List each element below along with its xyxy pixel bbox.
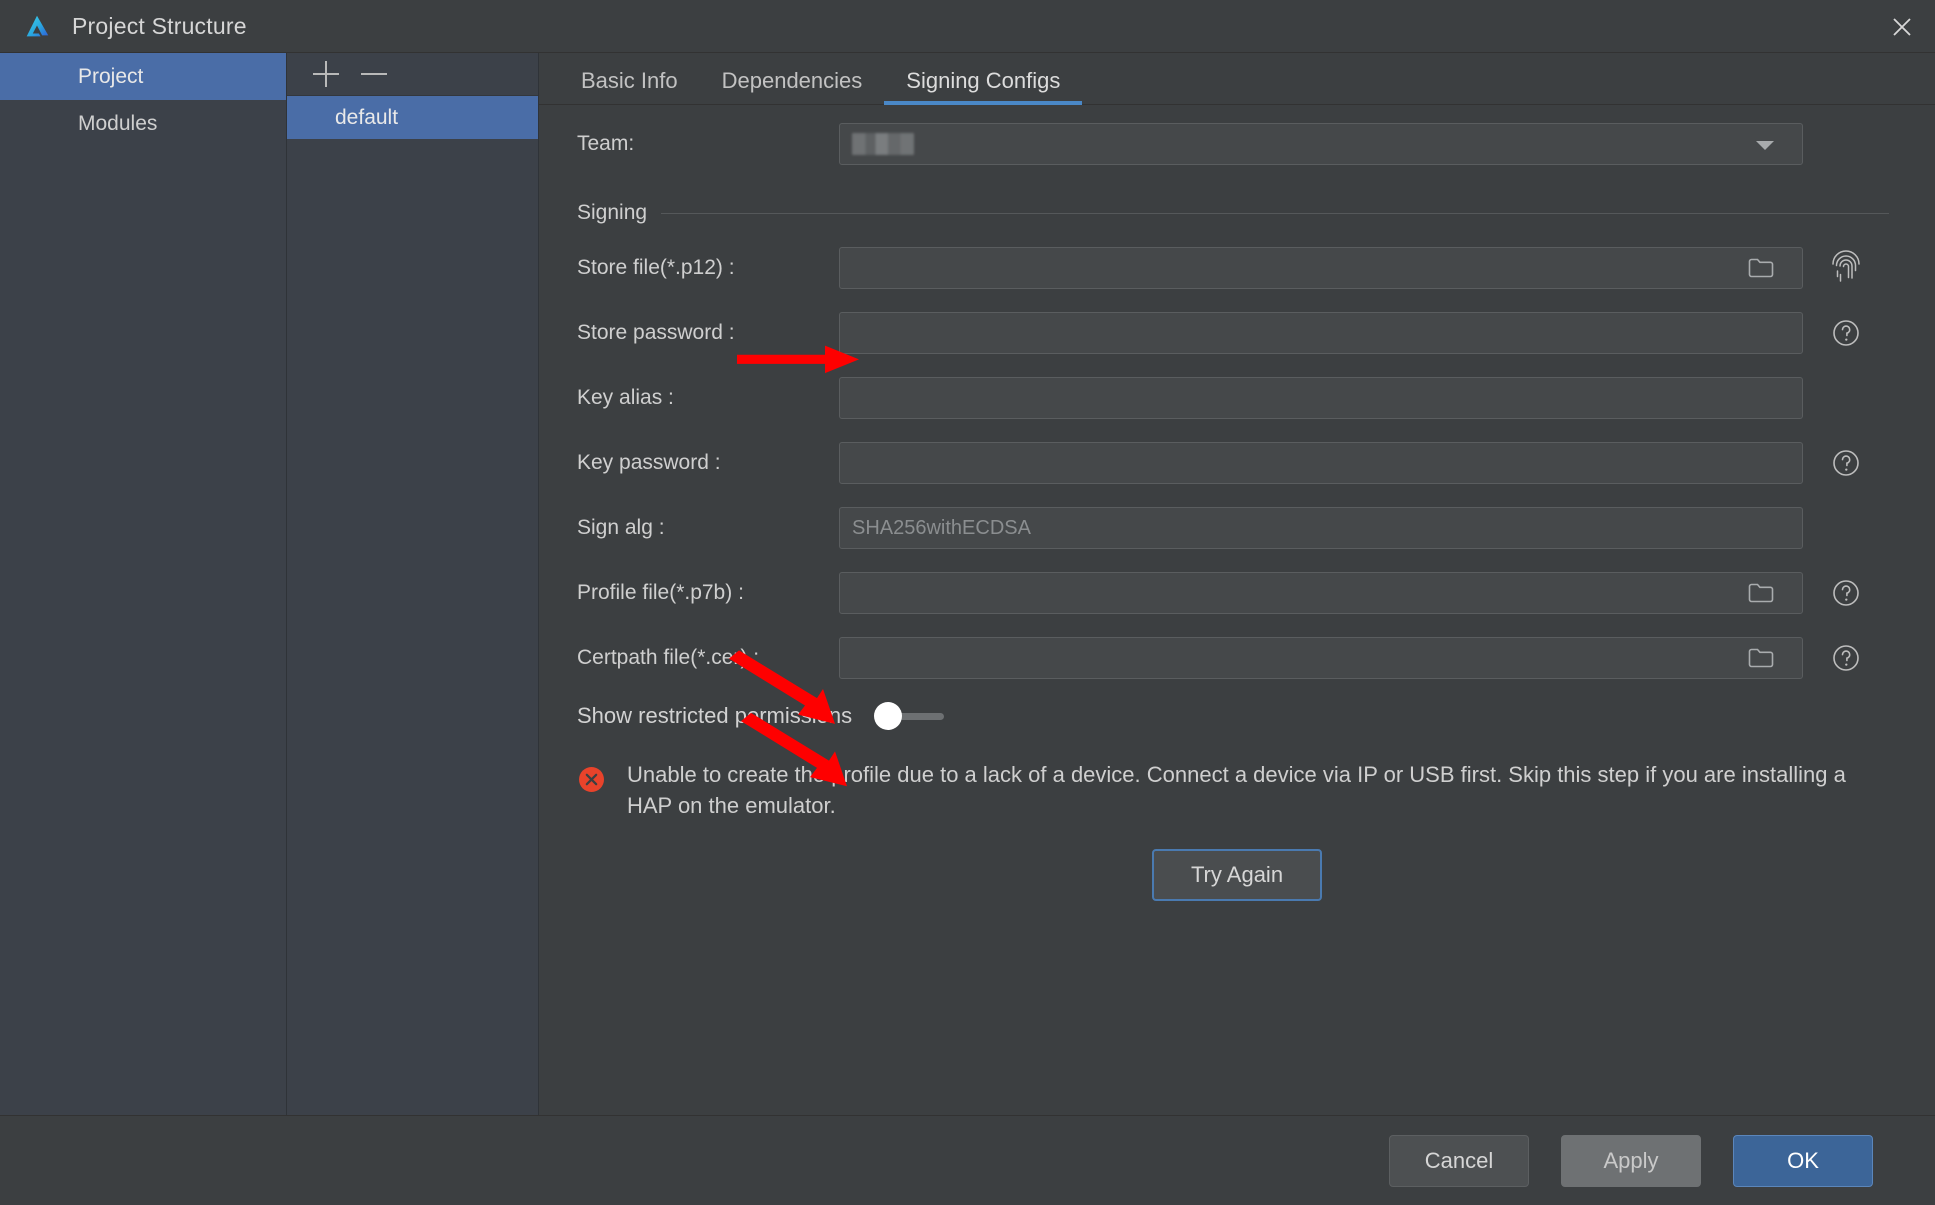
sidebar-item-modules[interactable]: Modules xyxy=(0,100,286,147)
help-circle-icon[interactable] xyxy=(1803,317,1889,349)
content-panel: Basic Info Dependencies Signing Configs … xyxy=(539,53,1935,1115)
dialog-footer: Cancel Apply OK xyxy=(0,1115,1935,1205)
folder-icon[interactable] xyxy=(1748,582,1774,610)
signing-config-list-panel: default xyxy=(287,53,539,1115)
minus-icon[interactable] xyxy=(361,61,387,87)
cancel-button[interactable]: Cancel xyxy=(1389,1134,1529,1187)
section-divider xyxy=(661,212,1889,214)
help-circle-icon[interactable] xyxy=(1803,447,1889,479)
fingerprint-icon[interactable] xyxy=(1803,250,1889,286)
sign-alg-label: Sign alg : xyxy=(577,516,665,539)
signing-section-header: Signing xyxy=(577,193,1889,233)
tab-signing-configs[interactable]: Signing Configs xyxy=(884,68,1083,105)
key-password-row: Key password : xyxy=(577,442,1889,484)
try-again-wrap: Try Again xyxy=(539,849,1935,902)
sidebar-item-project[interactable]: Project xyxy=(0,53,286,100)
tab-label: Basic Info xyxy=(581,68,678,93)
sidebar-item-label: Project xyxy=(78,64,144,88)
team-row: Team: xyxy=(577,123,1889,165)
profile-file-row: Profile file(*.p7b) : xyxy=(577,572,1889,614)
sign-alg-input[interactable]: SHA256withECDSA xyxy=(839,507,1803,549)
tab-dependencies[interactable]: Dependencies xyxy=(700,70,885,104)
team-label: Team: xyxy=(577,132,635,155)
team-select[interactable] xyxy=(839,123,1803,165)
key-alias-row: Key alias : xyxy=(577,377,1889,419)
show-restricted-permissions-toggle[interactable] xyxy=(874,702,945,730)
tab-label: Signing Configs xyxy=(906,68,1061,93)
signing-form: Team: Signing Store file(*.p12) : Store … xyxy=(539,105,1935,1115)
certpath-file-label: Certpath file(*.cer) : xyxy=(577,646,760,669)
team-value-redacted xyxy=(852,133,914,155)
try-again-button[interactable]: Try Again xyxy=(1152,849,1322,902)
error-circle-icon xyxy=(577,759,617,821)
show-restricted-permissions-label: Show restricted permissions xyxy=(577,703,853,728)
sign-alg-row: Sign alg : SHA256withECDSA xyxy=(577,507,1889,549)
profile-file-input[interactable] xyxy=(839,572,1803,614)
sign-alg-value: SHA256withECDSA xyxy=(852,516,1031,539)
plus-icon[interactable] xyxy=(313,61,339,87)
certpath-file-input[interactable] xyxy=(839,637,1803,679)
show-restricted-permissions-row: Show restricted permissions xyxy=(577,695,1935,737)
store-password-row: Store password : xyxy=(577,312,1889,354)
key-password-input[interactable] xyxy=(839,442,1803,484)
apply-label: Apply xyxy=(1603,1147,1659,1173)
folder-icon[interactable] xyxy=(1748,647,1774,675)
try-again-label: Try Again xyxy=(1190,862,1284,888)
store-file-input[interactable] xyxy=(839,247,1803,289)
tab-basic-info[interactable]: Basic Info xyxy=(559,70,700,104)
key-password-label: Key password : xyxy=(577,451,721,474)
cancel-label: Cancel xyxy=(1424,1147,1494,1173)
ok-button[interactable]: OK xyxy=(1733,1134,1873,1187)
tab-label: Dependencies xyxy=(721,68,863,93)
deveco-logo-icon xyxy=(22,11,52,41)
store-password-label: Store password : xyxy=(577,321,735,344)
tab-bar: Basic Info Dependencies Signing Configs xyxy=(539,53,1935,105)
help-circle-icon[interactable] xyxy=(1803,577,1889,609)
store-file-row: Store file(*.p12) : xyxy=(577,247,1889,289)
signing-section-label: Signing xyxy=(577,201,648,224)
folder-icon[interactable] xyxy=(1748,257,1774,285)
certpath-file-row: Certpath file(*.cer) : xyxy=(577,637,1889,679)
store-file-label: Store file(*.p12) : xyxy=(577,256,735,279)
ok-label: OK xyxy=(1787,1147,1819,1173)
error-message: Unable to create the profile due to a la… xyxy=(627,762,1846,819)
chevron-down-icon xyxy=(1756,141,1774,150)
dialog-body: Project Modules default Basic Info Depen… xyxy=(0,53,1935,1115)
key-alias-label: Key alias : xyxy=(577,386,674,409)
profile-file-label: Profile file(*.p7b) : xyxy=(577,581,744,604)
apply-button[interactable]: Apply xyxy=(1561,1134,1701,1187)
left-navigation: Project Modules xyxy=(0,53,287,1115)
title-bar: Project Structure xyxy=(0,0,1935,53)
project-structure-dialog: Project Structure Project Modules defaul… xyxy=(0,0,1935,1205)
toggle-knob xyxy=(874,702,903,730)
sidebar-item-label: Modules xyxy=(78,111,158,135)
config-list-toolbar xyxy=(287,53,538,96)
list-item[interactable]: default xyxy=(287,96,538,139)
config-item-label: default xyxy=(335,105,399,129)
store-password-input[interactable] xyxy=(839,312,1803,354)
error-banner: Unable to create the profile due to a la… xyxy=(577,759,1885,821)
close-icon[interactable] xyxy=(1869,0,1935,53)
help-circle-icon[interactable] xyxy=(1803,642,1889,674)
key-alias-input[interactable] xyxy=(839,377,1803,419)
page-title: Project Structure xyxy=(72,12,247,39)
